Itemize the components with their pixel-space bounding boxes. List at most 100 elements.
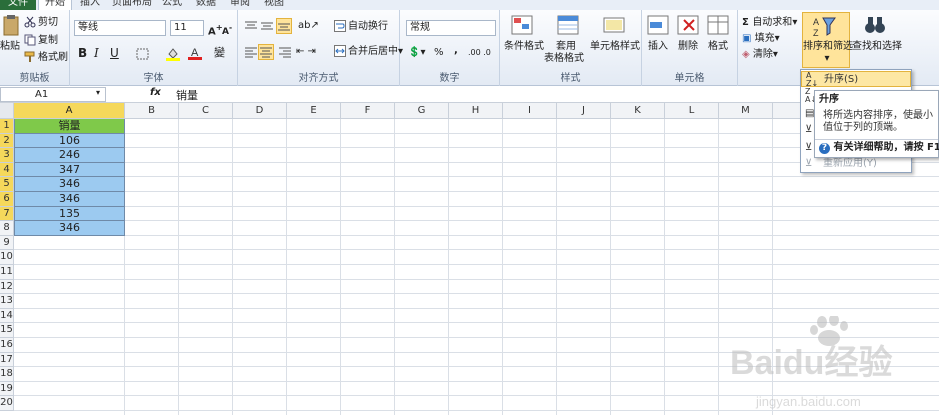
phonetic-icon[interactable]: 變 [214,46,225,60]
cell-a1-header[interactable]: 销量 [14,119,125,134]
column-header-k[interactable]: K [611,103,665,119]
row-header-12[interactable]: 12 [0,279,14,295]
row-header-7[interactable]: 7 [0,206,14,222]
wrap-text-button[interactable]: 自动换行 [334,20,388,34]
column-header-a[interactable]: A [14,103,125,119]
delete-cells-icon[interactable] [676,14,702,38]
custom-sort-item[interactable]: ▤ [801,104,814,120]
row-header-1[interactable]: 1 [0,119,14,134]
format-button[interactable]: 格式 [708,41,728,53]
tab-view[interactable]: 视图 [264,0,284,10]
cut-button[interactable]: 剪切 [24,16,58,30]
font-color-icon[interactable]: A [188,46,202,60]
find-select-button[interactable]: 查找和选择 [852,41,902,53]
column-header-l[interactable]: L [665,103,719,119]
column-header-d[interactable]: D [233,103,287,119]
row-header-11[interactable]: 11 [0,265,14,280]
font-name-select[interactable]: 等线 [74,20,166,36]
row-header-16[interactable]: 16 [0,338,14,353]
tab-data[interactable]: 数据 [196,0,216,10]
currency-icon[interactable]: 💲▾ [408,46,425,60]
orientation-icon[interactable]: ab↗ [298,19,319,33]
select-all-corner[interactable] [0,103,14,119]
column-header-i[interactable]: I [503,103,557,119]
fill-color-icon[interactable] [166,47,180,61]
tab-page-layout[interactable]: 页面布局 [112,0,152,10]
conditional-format-icon[interactable] [510,14,536,38]
column-header-g[interactable]: G [395,103,449,119]
format-table-icon[interactable] [556,14,582,38]
row-header-17[interactable]: 17 [0,352,14,368]
tab-review[interactable]: 审阅 [230,0,250,10]
format-cells-icon[interactable] [706,14,732,38]
tab-file[interactable]: 文件 [0,0,36,10]
clear-filter-item[interactable]: ⊻ [801,140,813,156]
row-header-20[interactable]: 20 [0,396,14,411]
align-bottom-icon[interactable] [276,18,292,34]
column-header-e[interactable]: E [287,103,341,119]
row-header-10[interactable]: 10 [0,250,14,265]
fx-button[interactable]: fx [150,87,161,98]
align-left-icon[interactable] [244,46,258,58]
cell-a6[interactable]: 346 [14,192,125,207]
cell-a2[interactable]: 106 [14,133,125,149]
align-center-icon[interactable] [258,44,274,60]
border-icon[interactable] [136,48,150,60]
copy-button[interactable]: 复制 [24,34,58,48]
align-right-icon[interactable] [278,46,292,58]
autosum-button[interactable]: Σ 自动求和▾ [742,16,797,30]
cell-styles-button[interactable]: 单元格样式 [590,41,640,53]
decimal-icons[interactable]: .00 .0 [468,46,491,60]
underline-button[interactable]: U [110,46,119,60]
row-header-19[interactable]: 19 [0,381,14,397]
sort-filter-button[interactable]: AZ 排序和筛选 ▾ [802,12,853,68]
indent-icons[interactable]: ⇤ ⇥ [296,45,316,59]
font-size-select[interactable]: 11 [170,20,204,36]
sort-descending-item[interactable]: Z A↓ [801,88,817,104]
column-header-c[interactable]: C [179,103,233,119]
row-header-5[interactable]: 5 [0,177,14,192]
formula-input[interactable]: 销量 [176,87,198,103]
column-header-h[interactable]: H [449,103,503,119]
column-header-j[interactable]: J [557,103,611,119]
grow-font-button[interactable]: A+ [208,20,223,39]
italic-button[interactable]: I [94,46,99,60]
column-header-f[interactable]: F [341,103,395,119]
merge-center-button[interactable]: 合并后居中▾ [334,45,403,59]
row-header-18[interactable]: 18 [0,367,14,382]
conditional-format-button[interactable]: 条件格式 [504,41,544,53]
column-header-m[interactable]: M [719,103,773,119]
column-header-b[interactable]: B [125,103,179,119]
row-header-3[interactable]: 3 [0,148,14,163]
format-painter-button[interactable]: 格式刷 [24,51,68,65]
sort-ascending-item[interactable]: A Z↓ 升序(S) [801,71,911,88]
comma-button[interactable]: , [454,44,458,58]
shrink-font-button[interactable]: A- [222,21,232,39]
row-header-13[interactable]: 13 [0,294,14,309]
cell-a3[interactable]: 246 [14,148,125,163]
row-header-15[interactable]: 15 [0,323,14,338]
align-middle-icon[interactable] [260,20,274,32]
row-header-2[interactable]: 2 [0,133,14,149]
row-header-6[interactable]: 6 [0,192,14,207]
row-header-4[interactable]: 4 [0,162,14,178]
cell-styles-icon[interactable] [602,14,628,38]
name-box-dropdown-icon[interactable]: ▾ [96,88,100,97]
format-table-line2[interactable]: 表格格式 [544,53,584,65]
row-header-8[interactable]: 8 [0,221,14,236]
paste-button[interactable]: 粘贴 [0,40,20,54]
name-box[interactable]: A1 [0,87,106,102]
cell-a8[interactable]: 346 [14,221,125,236]
paste-icon[interactable] [2,14,20,36]
tab-insert[interactable]: 插入 [80,0,100,10]
cell-a7[interactable]: 135 [14,206,125,222]
filter-item[interactable]: ⊻ [801,122,813,138]
row-header-14[interactable]: 14 [0,308,14,324]
cell-a4[interactable]: 347 [14,162,125,178]
fill-button[interactable]: ▣ 填充▾ [742,32,780,46]
tab-formulas[interactable]: 公式 [162,0,182,10]
binoculars-icon[interactable] [862,14,888,38]
cell-a5[interactable]: 346 [14,177,125,192]
insert-cells-icon[interactable] [646,14,672,38]
row-header-9[interactable]: 9 [0,235,14,251]
